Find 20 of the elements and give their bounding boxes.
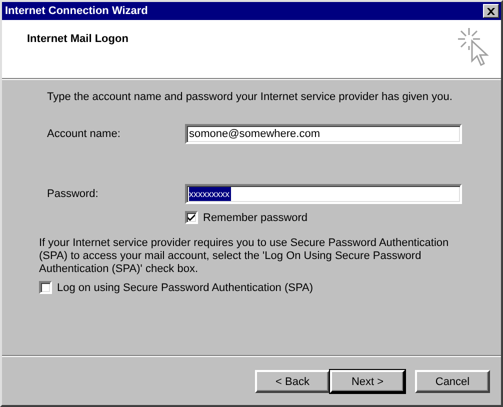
wizard-button[interactable]: < Back — [255, 370, 330, 393]
input-field[interactable]: somone@somewhere.com — [185, 124, 462, 144]
spa-note-text: If your Internet service provider requires you to use Secure Password Authentication (SPA) to access your mail account, select the 'Log On Using Secure Password Authentication (SPA)' check box. — [39, 237, 449, 276]
wizard-button[interactable]: Next > — [330, 370, 405, 393]
selected-text: xxxxxxxxx — [189, 187, 230, 201]
field-label: Password: — [47, 188, 100, 200]
close-button[interactable] — [483, 4, 499, 18]
checkbox[interactable] — [39, 281, 52, 294]
wizard-button[interactable]: Cancel — [415, 370, 490, 393]
field-value: somone@somewhere.com — [189, 128, 320, 140]
close-icon — [487, 8, 495, 14]
input-field[interactable]: xxxxxxxxx — [185, 184, 462, 204]
checkbox-label: Remember password — [203, 212, 308, 224]
window-title: Internet Connection Wizard — [5, 5, 148, 17]
page-title: Internet Mail Logon — [27, 33, 128, 47]
instruction-text: Type the account name and password your Internet service provider has given you. — [47, 91, 454, 103]
checkbox[interactable] — [185, 211, 198, 224]
field-label: Account name: — [47, 128, 122, 140]
checkmark-icon — [188, 214, 195, 221]
checkbox-label: Log on using Secure Password Authentication (SPA) — [57, 282, 314, 294]
